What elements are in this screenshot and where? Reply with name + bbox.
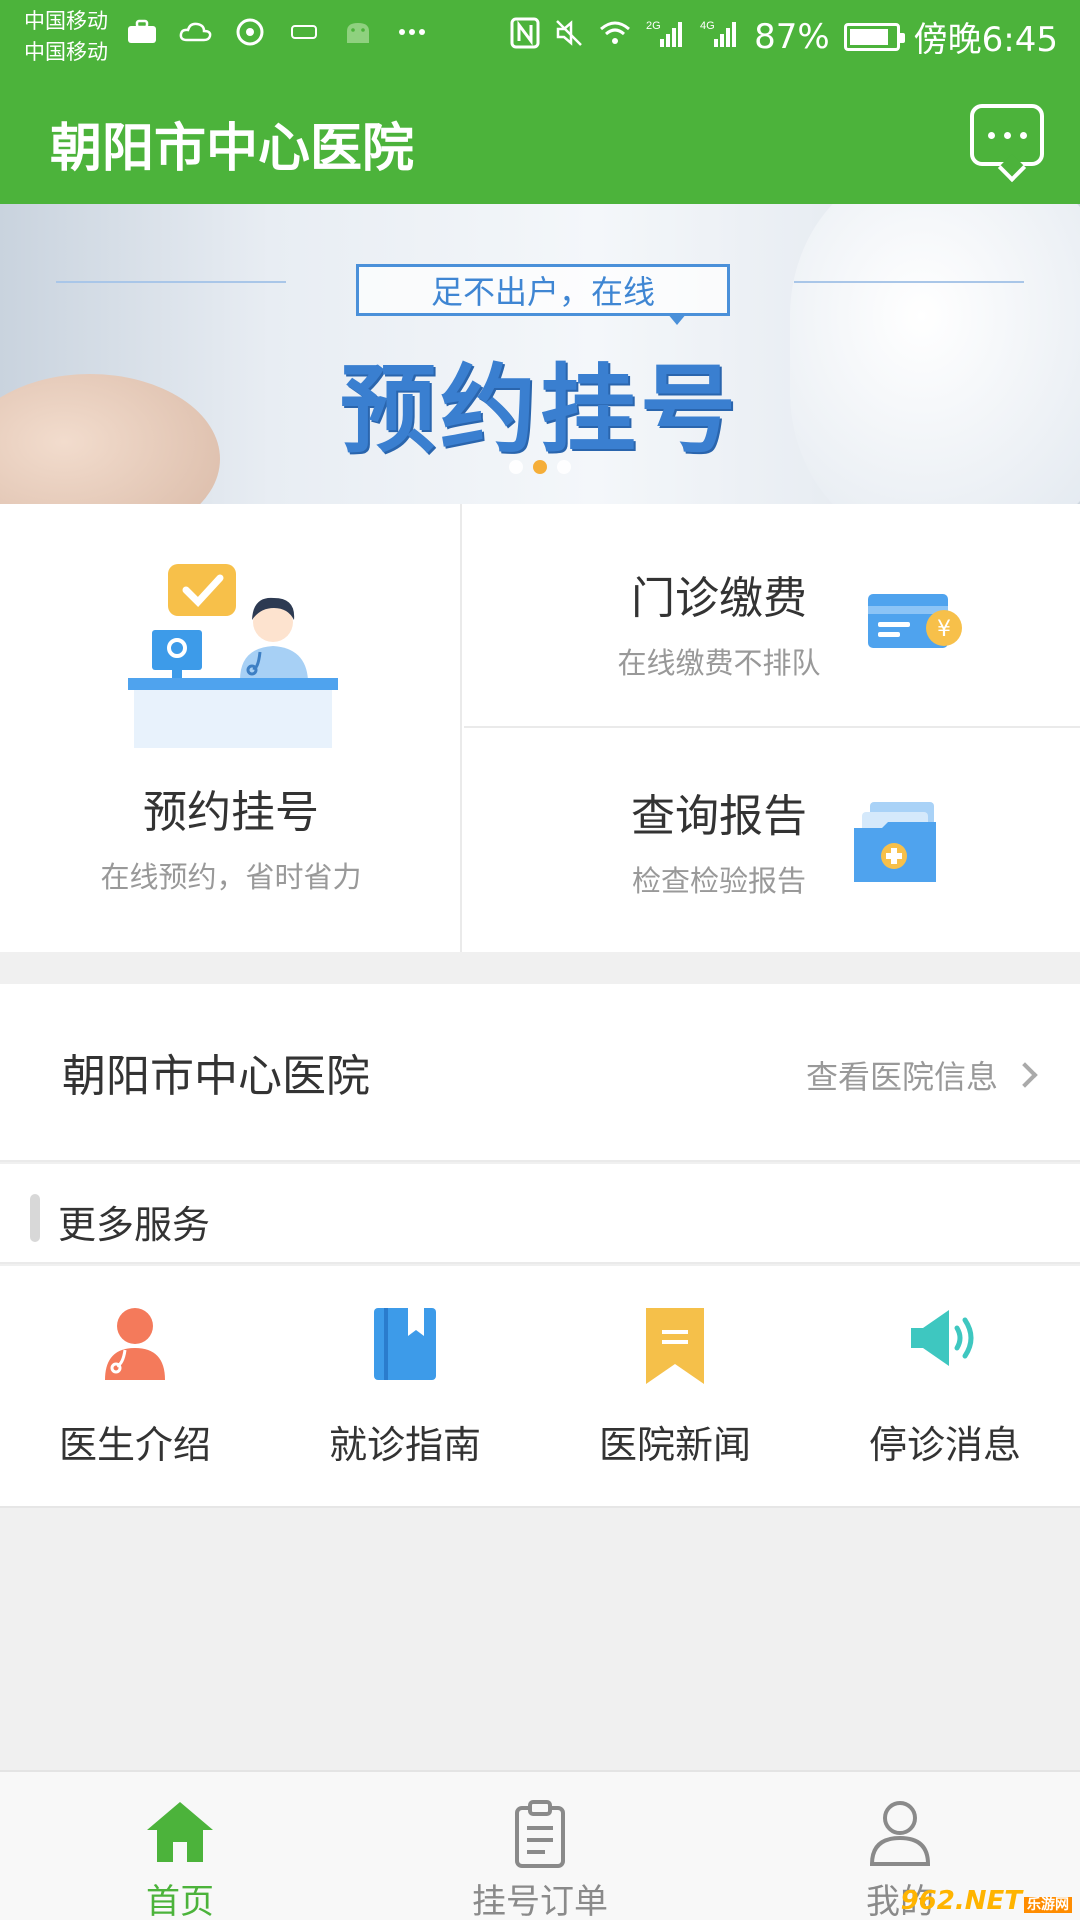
speaker-icon [911, 1310, 974, 1366]
battery-fill [849, 28, 888, 45]
nfc-icon [510, 17, 540, 56]
tab-home[interactable]: 首页 [0, 1772, 360, 1920]
signal-4g-icon: 4G [700, 17, 740, 56]
mute-icon [554, 18, 584, 55]
chevron-right-icon [1012, 1062, 1038, 1088]
section-marker [30, 1194, 40, 1242]
hospital-name: 朝阳市中心医院 [62, 1051, 370, 1102]
app-header: 朝阳市中心医院 [0, 74, 1080, 204]
briefcase-icon [124, 18, 160, 46]
chat-bubble-icon[interactable] [970, 104, 1044, 166]
battery-icon [843, 22, 905, 51]
watermark-suffix: .NET [954, 1886, 1022, 1916]
service-hospital-news[interactable]: 医院新闻 [540, 1266, 810, 1506]
more-notifications-icon [394, 18, 430, 46]
android-icon [340, 18, 376, 46]
carousel-dot[interactable] [509, 460, 523, 474]
service-visit-guide[interactable]: 就诊指南 [270, 1266, 540, 1506]
carrier-names: 中国移动 中国移动 [24, 6, 108, 68]
report-subtitle: 检查检验报告 [631, 864, 806, 898]
tab-label: 首页 [146, 1882, 214, 1920]
guide-book-icon [374, 1308, 436, 1380]
carousel-dot[interactable] [557, 460, 571, 474]
news-bookmark-icon [646, 1308, 704, 1384]
banner-decor-line [56, 281, 286, 283]
payment-card[interactable]: 门诊缴费 在线缴费不排队 ¥ [464, 504, 1080, 728]
payment-card-icon: ¥ [868, 594, 962, 648]
battery-percent: 87% [754, 16, 830, 57]
tab-label: 挂号订单 [472, 1882, 608, 1920]
dot [987, 131, 995, 139]
report-title: 查询报告 [631, 791, 807, 842]
tab-orders[interactable]: 挂号订单 [360, 1772, 720, 1920]
quick-actions: 预约挂号 在线预约，省时省力 门诊缴费 在线缴费不排队 ¥ 查询报告 检查检验报… [0, 504, 1080, 952]
service-label: 就诊指南 [328, 1423, 481, 1467]
services-grid: 医生介绍 就诊指南 医院新闻 停诊消息 [0, 1266, 1080, 1508]
banner-tag: 足不出户，在线 [356, 264, 730, 325]
signal-2g-icon: 2G [646, 17, 686, 56]
video-app-icon [286, 18, 322, 46]
reception-desk-icon [128, 564, 338, 748]
service-label: 医生介绍 [58, 1423, 211, 1467]
carrier-1: 中国移动 [24, 9, 108, 33]
service-suspension-notice[interactable]: 停诊消息 [810, 1266, 1080, 1506]
cloud-icon [178, 18, 214, 46]
appointment-card[interactable]: 预约挂号 在线预约，省时省力 [0, 504, 462, 952]
music-app-icon [232, 18, 268, 46]
service-label: 停诊消息 [868, 1423, 1021, 1467]
notification-icons [124, 18, 430, 46]
more-services-title: 更多服务 [58, 1203, 211, 1247]
payment-subtitle: 在线缴费不排队 [617, 646, 821, 680]
dot [1003, 131, 1011, 139]
hospital-info-row[interactable]: 朝阳市中心医院 查看医院信息 [0, 984, 1080, 1162]
more-services-header: 更多服务 [0, 1164, 1080, 1264]
clipboard-icon [515, 1800, 565, 1868]
svg-text:4G: 4G [700, 20, 715, 32]
report-card[interactable]: 查询报告 检查检验报告 [464, 730, 1080, 952]
appointment-subtitle: 在线预约，省时省力 [100, 860, 362, 894]
report-folder-icon [854, 802, 936, 882]
svg-text:¥: ¥ [937, 617, 951, 642]
view-hospital-info-label: 查看医院信息 [805, 1058, 998, 1096]
promo-banner[interactable]: 足不出户，在线 预约挂号 [0, 204, 1080, 504]
carousel-dot[interactable] [533, 460, 547, 474]
watermark-cn: 乐游网 [1024, 1897, 1072, 1913]
svg-text:2G: 2G [646, 20, 661, 32]
watermark-logo: 962.NET 乐游网 [901, 1886, 1072, 1916]
doctor-icon [105, 1308, 165, 1380]
page-title: 朝阳市中心医院 [50, 119, 415, 179]
banner-headline: 预约挂号 [340, 354, 740, 466]
carousel-indicator[interactable] [0, 460, 1080, 474]
service-label: 医院新闻 [598, 1423, 751, 1467]
status-bar: 中国移动 中国移动 2G 4G 87% 傍晚6:45 [0, 0, 1080, 74]
banner-decor-line [794, 281, 1024, 283]
view-hospital-info-link[interactable]: 查看医院信息 [805, 1052, 1038, 1098]
home-icon [147, 1802, 213, 1862]
clock: 傍晚6:45 [913, 20, 1058, 60]
user-icon [869, 1801, 931, 1866]
system-status: 2G 4G 87% 傍晚6:45 [510, 12, 1058, 61]
bottom-tab-bar: 首页 挂号订单 我的 962.NET 乐游网 [0, 1770, 1080, 1920]
wifi-icon [598, 19, 632, 54]
watermark-text: 962 [900, 1886, 955, 1916]
service-doctor-intro[interactable]: 医生介绍 [0, 1266, 270, 1506]
appointment-title: 预约挂号 [143, 787, 319, 838]
dot [1019, 131, 1027, 139]
payment-title: 门诊缴费 [631, 573, 807, 624]
carrier-2: 中国移动 [24, 40, 108, 64]
